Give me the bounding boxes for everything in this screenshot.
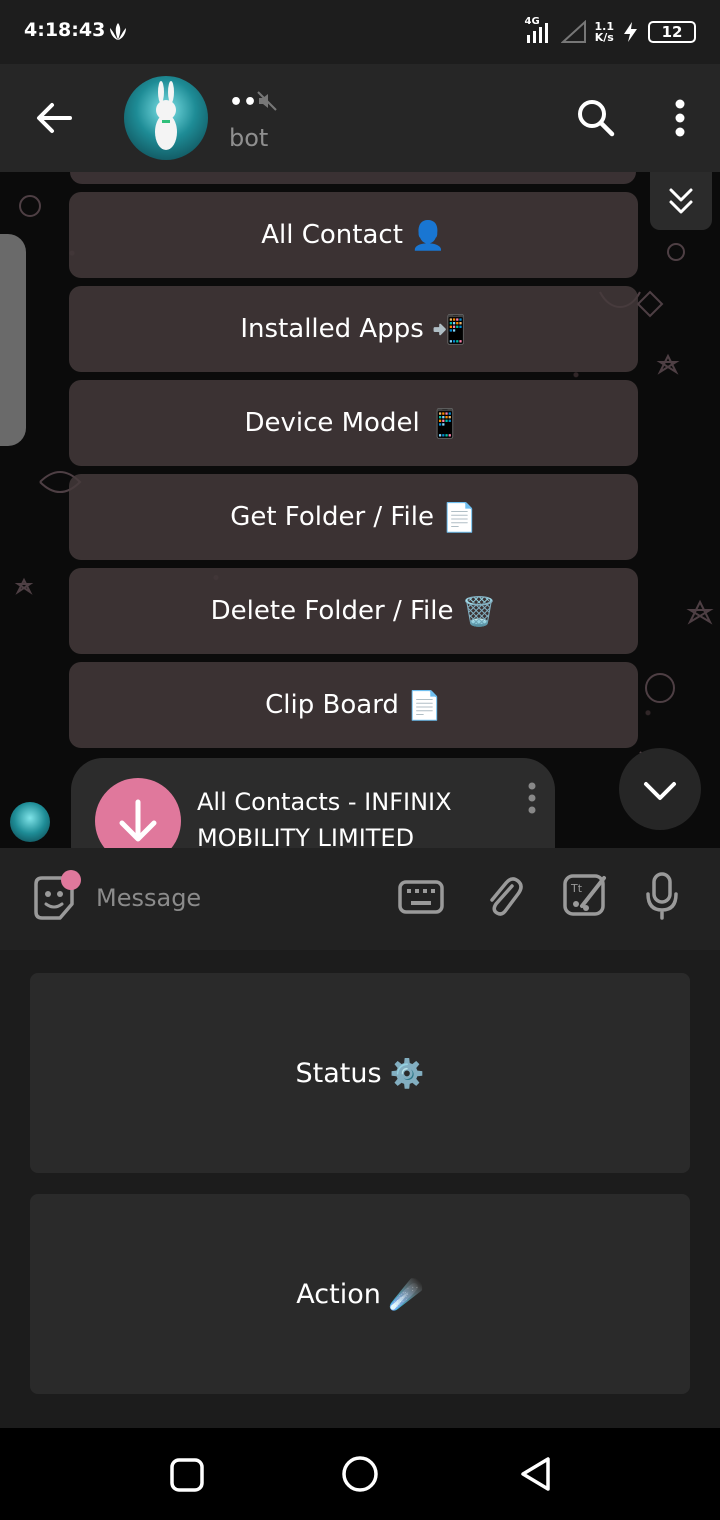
recents-square-icon[interactable] xyxy=(168,1456,206,1494)
person-icon: 👤 xyxy=(410,218,446,252)
notification-dot xyxy=(61,870,81,890)
inline-button-all-contact[interactable]: All Contact 👤 xyxy=(69,192,638,278)
document-icon: 📄 xyxy=(441,500,477,534)
chat-status: bot xyxy=(229,124,269,152)
message-input-bar: Tt xyxy=(0,848,720,950)
inline-button-get-folder-file[interactable]: Get Folder / File 📄 xyxy=(69,474,638,560)
battery-icon: 12 xyxy=(648,21,696,43)
inline-button-delete-folder-file[interactable]: Delete Folder / File 🗑️ xyxy=(69,568,638,654)
reply-button-status[interactable]: Status ⚙️ xyxy=(30,973,690,1173)
bunny-avatar-image xyxy=(155,81,177,150)
gear-icon: ⚙️ xyxy=(389,1056,425,1090)
message-menu-icon[interactable] xyxy=(523,780,541,820)
paint-edit-icon[interactable]: Tt xyxy=(560,870,610,920)
back-arrow-icon[interactable] xyxy=(30,94,78,142)
status-time: 4:18:43 xyxy=(24,19,106,41)
system-navigation-bar xyxy=(0,1428,720,1520)
status-indicators: 4G 1.1 K/s 12 xyxy=(525,16,696,48)
scroll-to-bottom-button[interactable] xyxy=(619,748,701,830)
document-icon: 📄 xyxy=(406,688,442,722)
message-input[interactable] xyxy=(96,876,376,920)
chat-header: •• bot xyxy=(0,64,720,172)
bot-reply-keyboard: Status ⚙️ Action ☄️ xyxy=(0,950,720,1428)
more-vertical-icon[interactable] xyxy=(660,94,700,142)
chat-avatar[interactable] xyxy=(124,76,208,160)
back-triangle-icon[interactable] xyxy=(516,1454,554,1494)
search-icon[interactable] xyxy=(572,94,620,142)
signal-empty-icon xyxy=(560,20,586,43)
file-message-bubble[interactable]: All Contacts - INFINIX MOBILITY LIMITED … xyxy=(71,758,555,848)
keyboard-button-partial xyxy=(70,172,636,184)
home-circle-icon[interactable] xyxy=(340,1454,380,1494)
side-panel-handle[interactable] xyxy=(0,234,26,446)
lotus-icon xyxy=(110,23,126,40)
cell-signal-icon: 4G xyxy=(525,17,553,45)
net-speed: 1.1 K/s xyxy=(594,20,615,44)
svg-text:Tt: Tt xyxy=(570,882,583,895)
file-name: All Contacts - INFINIX MOBILITY LIMITED … xyxy=(197,788,452,848)
reply-button-action[interactable]: Action ☄️ xyxy=(30,1194,690,1394)
scroll-to-top-button[interactable] xyxy=(650,172,712,230)
charging-icon xyxy=(624,22,637,42)
paperclip-icon[interactable] xyxy=(480,872,526,920)
download-button[interactable] xyxy=(95,778,181,848)
muted-speaker-icon xyxy=(257,91,277,111)
wastebasket-icon: 🗑️ xyxy=(461,594,497,628)
inline-button-clip-board[interactable]: Clip Board 📄 xyxy=(69,662,638,748)
chevron-down-icon xyxy=(644,782,676,800)
phone-arrow-icon: 📲 xyxy=(431,312,467,346)
status-bar: 4:18:43 4G 1.1 K/s 12 xyxy=(0,0,720,64)
inline-button-device-model[interactable]: Device Model 📱 xyxy=(69,380,638,466)
keyboard-icon[interactable] xyxy=(396,874,446,920)
chat-name: •• xyxy=(229,90,258,115)
microphone-icon[interactable] xyxy=(642,870,682,922)
chat-area[interactable]: All Contact 👤 Installed Apps 📲 Device Mode… xyxy=(0,172,720,848)
sender-avatar[interactable] xyxy=(10,802,50,842)
comet-icon: ☄️ xyxy=(388,1277,424,1311)
mobile-phone-icon: 📱 xyxy=(427,406,463,440)
double-chevron-down-icon xyxy=(669,188,693,214)
download-arrow-icon xyxy=(119,799,157,842)
inline-button-installed-apps[interactable]: Installed Apps 📲 xyxy=(69,286,638,372)
